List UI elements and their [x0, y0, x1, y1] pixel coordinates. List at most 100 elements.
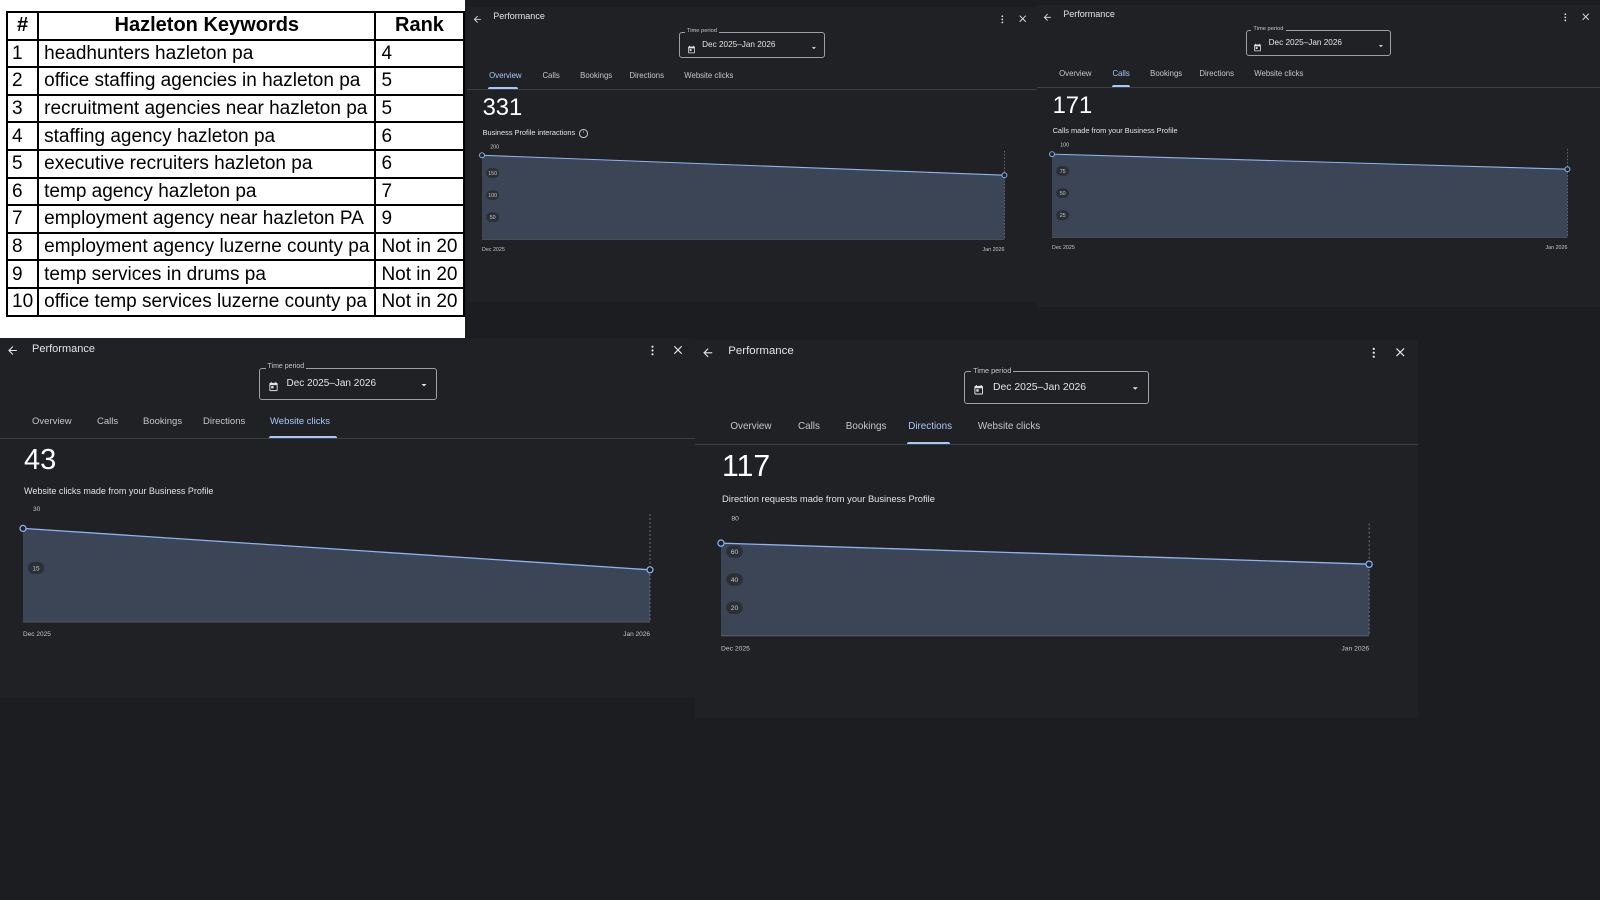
more-vert-icon[interactable] — [1560, 10, 1571, 22]
tab-directions[interactable]: Directions — [908, 421, 952, 432]
chart-data-point — [1365, 559, 1373, 568]
rank-cell: 6 — [374, 148, 465, 179]
tab-overview[interactable]: Overview — [1059, 69, 1091, 78]
table-row: 6 temp agency hazleton pa 7 — [5, 176, 465, 207]
time-period-label: Time period — [265, 363, 307, 370]
dropdown-arrow-icon — [1376, 38, 1386, 48]
close-icon[interactable] — [1017, 11, 1028, 22]
tab-website-clicks[interactable]: Website clicks — [978, 421, 1040, 432]
metric-tabs: Overview Calls Bookings Directions Website c… — [467, 66, 1037, 90]
chart-data-point — [478, 152, 485, 159]
time-period-select[interactable]: Time period Dec 2025–Jan 2026 — [1245, 25, 1392, 56]
arrow-left-icon[interactable] — [701, 346, 715, 360]
keyword-rank-table-image: # Hazleton Keywords Rank 1 headhunters ha… — [0, 0, 465, 340]
tab-overview[interactable]: Overview — [730, 421, 771, 432]
keyword-cell: executive recruiters hazleton pa — [37, 148, 377, 179]
panel-title: Performance — [493, 11, 545, 22]
active-tab-indicator — [269, 436, 337, 438]
x-tick-label: Jan 2026 — [623, 631, 650, 638]
more-vert-icon[interactable] — [997, 12, 1008, 24]
table-row: 8 employment agency luzerne county pa Not … — [5, 231, 465, 262]
column-header-number: # — [5, 11, 40, 41]
rank-cell: 7 — [374, 176, 465, 207]
more-vert-icon[interactable] — [1367, 346, 1381, 360]
performance-panel-overview: Performance Time period Dec 2025–Jan 202… — [467, 7, 1037, 302]
metric-label-text: Website clicks made from your Business P… — [24, 486, 214, 496]
performance-area-chart: 100 75 50 25 Dec 2025 Jan 2026 — [1048, 143, 1571, 251]
x-tick-label: Jan 2026 — [1341, 645, 1369, 652]
row-number-cell: 9 — [5, 259, 40, 289]
close-icon[interactable] — [1393, 345, 1408, 360]
keyword-cell: recruitment agencies near hazleton pa — [37, 93, 377, 124]
close-icon[interactable] — [1580, 9, 1591, 20]
row-number-cell: 1 — [5, 38, 40, 69]
dropdown-arrow-icon — [809, 40, 819, 50]
time-period-value: Dec 2025–Jan 2026 — [702, 39, 776, 49]
metric-tabs: Overview Calls Bookings Directions Website c… — [0, 410, 695, 439]
table-row: 5 executive recruiters hazleton pa 6 — [5, 148, 465, 179]
arrow-left-icon[interactable] — [1042, 10, 1053, 22]
tab-calls[interactable]: Calls — [1112, 69, 1129, 78]
performance-area-chart: 200 150 100 50 Dec 2025 Jan 2026 — [478, 145, 1008, 253]
y-tick-label: 30 — [33, 506, 41, 513]
keyword-cell: office staffing agencies in hazleton pa — [37, 66, 377, 96]
keyword-cell: headhunters hazleton pa — [37, 38, 377, 69]
calendar-icon — [687, 41, 696, 54]
more-vert-icon[interactable] — [646, 344, 659, 357]
arrow-left-icon[interactable] — [472, 12, 483, 24]
time-period-select[interactable]: Time period Dec 2025–Jan 2026 — [963, 365, 1150, 405]
row-number-cell: 8 — [5, 231, 40, 262]
tab-directions[interactable]: Directions — [1199, 69, 1234, 78]
tab-bookings[interactable]: Bookings — [580, 71, 612, 80]
time-period-select[interactable]: Time period Dec 2025–Jan 2026 — [679, 27, 825, 58]
tab-overview[interactable]: Overview — [489, 71, 521, 80]
tab-overview[interactable]: Overview — [32, 416, 72, 427]
rank-cell: 6 — [374, 121, 465, 151]
metric-total: 331 — [482, 93, 523, 121]
tab-calls[interactable]: Calls — [542, 71, 559, 80]
table-header-row: # Hazleton Keywords Rank — [5, 11, 465, 41]
tab-calls[interactable]: Calls — [97, 416, 118, 427]
tab-website-clicks[interactable]: Website clicks — [1254, 69, 1303, 78]
x-tick-label: Dec 2025 — [482, 247, 505, 253]
x-tick-label: Jan 2026 — [982, 247, 1004, 253]
table-row: 3 recruitment agencies near hazleton pa 5 — [5, 93, 465, 124]
chart-data-point — [1564, 166, 1571, 173]
keyword-rank-table: # Hazleton Keywords Rank 1 headhunters ha… — [5, 11, 465, 317]
panel-title: Performance — [1063, 9, 1115, 20]
y-tick-label: 60 — [731, 548, 739, 555]
tab-website-clicks[interactable]: Website clicks — [270, 416, 330, 427]
info-icon[interactable]: i — [579, 129, 588, 138]
metric-label-text: Business Profile interactions — [482, 128, 576, 138]
tab-calls[interactable]: Calls — [798, 421, 820, 432]
tab-website-clicks[interactable]: Website clicks — [684, 71, 733, 80]
tab-bookings[interactable]: Bookings — [143, 416, 182, 427]
y-tick-label: 15 — [32, 565, 40, 572]
rank-cell: Not in 20 — [374, 231, 465, 262]
x-tick-label: Dec 2025 — [1052, 245, 1075, 251]
time-period-value: Dec 2025–Jan 2026 — [286, 378, 377, 389]
arrow-left-icon[interactable] — [6, 344, 19, 357]
y-tick-label: 50 — [489, 216, 495, 222]
metric-total: 43 — [24, 444, 57, 476]
metric-total: 117 — [722, 450, 771, 484]
keyword-cell: employment agency luzerne county pa — [37, 231, 377, 262]
time-period-label: Time period — [971, 365, 1014, 375]
chart-data-point — [1048, 151, 1055, 158]
row-number-cell: 4 — [5, 121, 40, 151]
close-icon[interactable] — [671, 343, 685, 357]
tab-directions[interactable]: Directions — [203, 416, 245, 427]
tab-bookings[interactable]: Bookings — [846, 421, 887, 432]
tab-bookings[interactable]: Bookings — [1150, 69, 1182, 78]
row-number-cell: 6 — [5, 176, 40, 207]
active-tab-indicator — [907, 441, 950, 444]
metric-total: 171 — [1052, 91, 1093, 119]
x-tick-label: Dec 2025 — [721, 645, 750, 652]
dropdown-arrow-icon — [418, 378, 430, 390]
time-period-select[interactable]: Time period Dec 2025–Jan 2026 — [258, 363, 437, 400]
row-number-cell: 3 — [5, 93, 40, 124]
time-period-value: Dec 2025–Jan 2026 — [993, 381, 1087, 393]
table-row: 9 temp services in drums pa Not in 20 — [5, 259, 465, 289]
y-tick-label: 40 — [731, 577, 739, 584]
tab-directions[interactable]: Directions — [629, 71, 664, 80]
